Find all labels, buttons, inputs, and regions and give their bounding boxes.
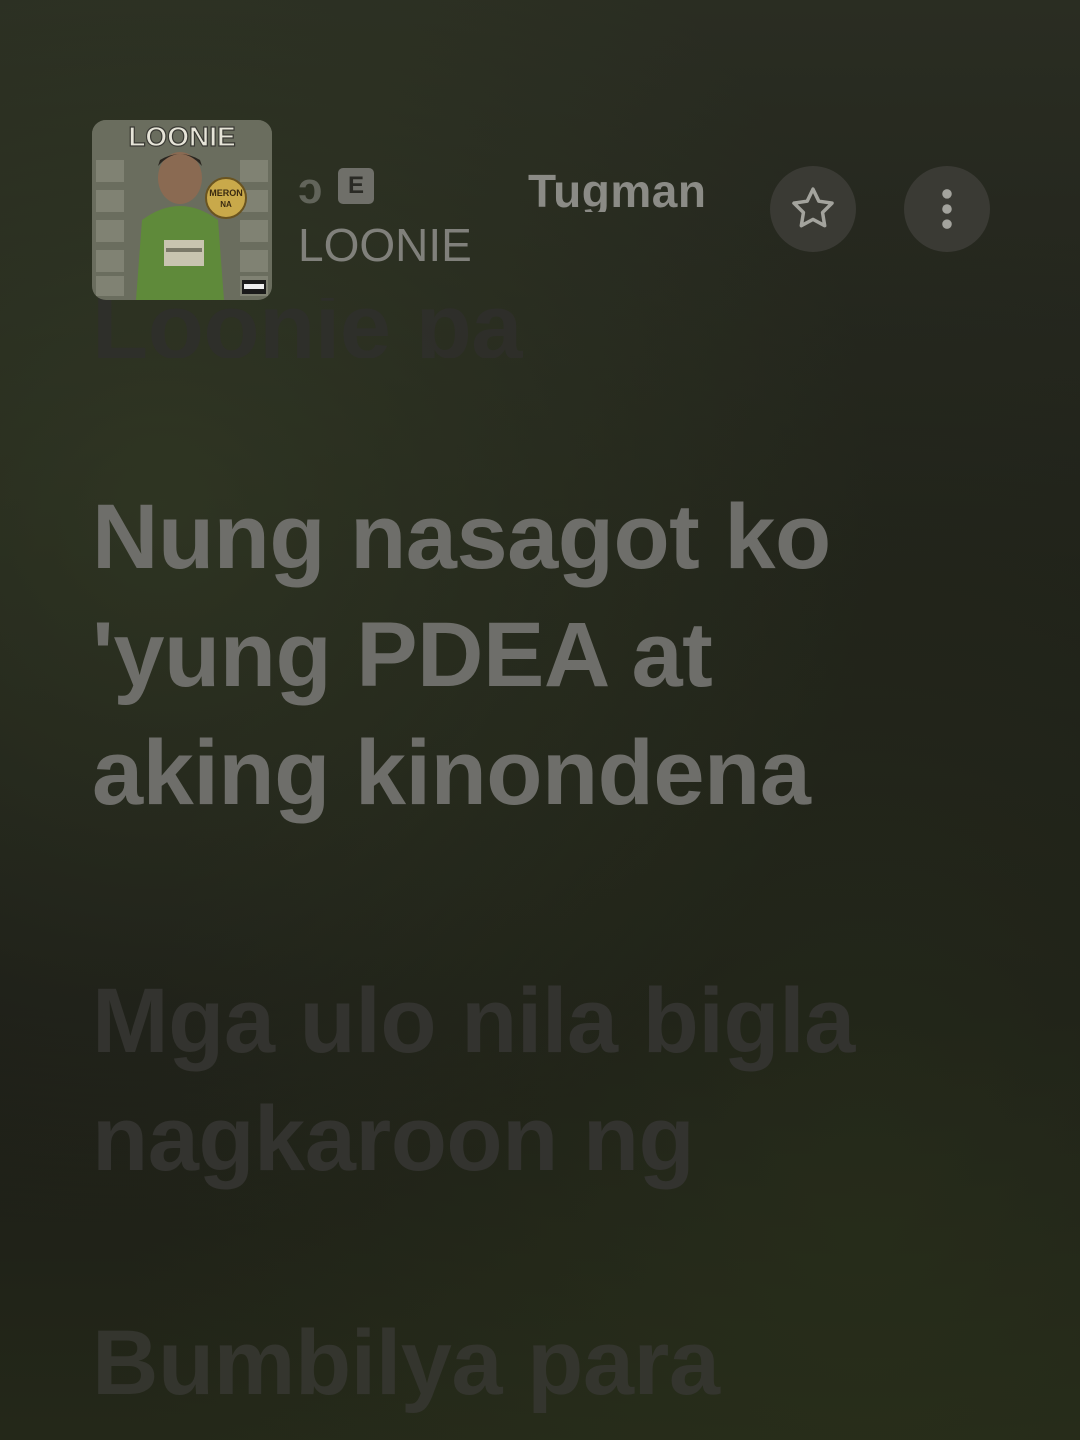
favorite-button[interactable]: [770, 166, 856, 252]
album-cover-image: LOONIE MERON NA: [92, 120, 272, 300]
lyric-line-next-2[interactable]: Bumbilya para: [92, 1304, 992, 1422]
track-title-fragment: ɔ: [298, 164, 323, 212]
album-title-text: LOONIE: [128, 121, 235, 152]
now-playing-header: LOONIE MERON NA ɔ E Tugman LOONIE: [92, 120, 992, 300]
star-outline-icon: [792, 187, 834, 228]
track-title-marquee[interactable]: ɔ E Tugman: [298, 164, 718, 212]
explicit-badge: E: [338, 168, 374, 204]
album-sticker-line1: MERON: [209, 188, 243, 198]
album-sticker-line2: NA: [220, 200, 232, 209]
more-options-button[interactable]: [904, 166, 990, 252]
album-art[interactable]: LOONIE MERON NA: [92, 120, 272, 300]
vertical-ellipsis-icon: [942, 189, 952, 229]
artist-name[interactable]: LOONIE: [298, 218, 472, 272]
lyric-line-next[interactable]: Mga ulo nila bigla nagkaroon ng: [92, 962, 992, 1198]
lyric-line-active[interactable]: Nung nasagot ko 'yung PDEA at aking kino…: [92, 478, 992, 832]
track-title: Tugman: [528, 165, 707, 212]
